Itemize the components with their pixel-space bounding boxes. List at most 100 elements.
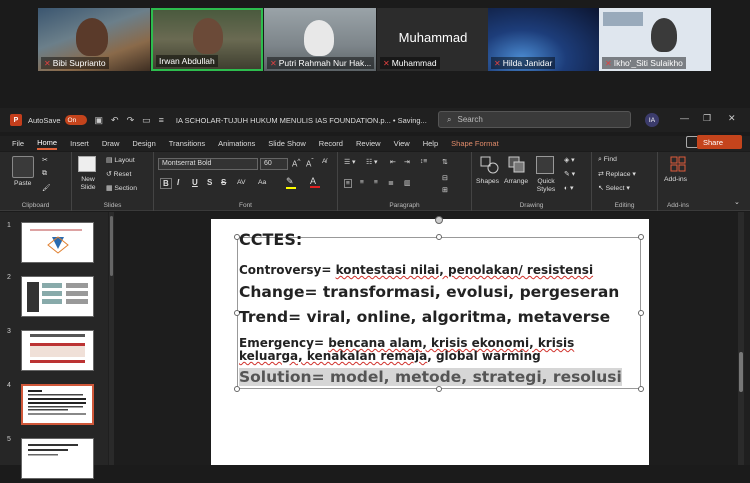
customize-toolbar-icon[interactable]: ≡ — [159, 115, 164, 125]
strikethrough-button[interactable]: S — [221, 178, 226, 187]
scrollbar-thumb[interactable] — [110, 216, 113, 276]
close-icon[interactable]: ✕ — [728, 113, 736, 124]
resize-handle[interactable] — [234, 386, 240, 392]
tab-file[interactable]: File — [12, 139, 24, 148]
spacing-button[interactable]: AV — [237, 179, 246, 186]
tab-slide-show[interactable]: Slide Show — [268, 139, 306, 148]
scrollbar-thumb[interactable] — [739, 352, 743, 392]
align-center-icon[interactable]: ≡ — [360, 179, 364, 186]
cut-icon[interactable]: ✂ — [42, 156, 48, 164]
decrease-font-icon[interactable]: Aˇ — [306, 158, 314, 169]
justify-icon[interactable]: ≣ — [388, 179, 394, 187]
section-button[interactable]: ▦ Section — [106, 184, 137, 192]
arrange-button[interactable]: Arrange — [504, 178, 528, 185]
participant-tile[interactable]: ✕ Hilda Janidar — [488, 8, 600, 71]
numbering-icon[interactable]: ☷ ▾ — [366, 158, 377, 166]
rotate-handle[interactable] — [435, 216, 443, 224]
font-color-icon[interactable]: A — [310, 176, 320, 188]
quick-styles-icon[interactable] — [536, 156, 554, 174]
find-button[interactable]: ⌕ Find — [598, 156, 617, 164]
new-slide-button[interactable]: New Slide — [76, 176, 100, 192]
maximize-icon[interactable]: ❐ — [703, 113, 711, 124]
search-input[interactable]: ⌕ Search — [438, 111, 631, 128]
resize-handle[interactable] — [436, 234, 442, 240]
replace-button[interactable]: ⇄ Replace ▾ — [598, 170, 636, 178]
line-spacing-icon[interactable]: ↕≡ — [420, 158, 427, 165]
slide-scrollbar[interactable] — [738, 212, 744, 465]
redo-icon[interactable]: ↷ — [127, 115, 135, 126]
align-text-icon[interactable]: ⊟ — [442, 174, 448, 182]
select-button[interactable]: ↖ Select ▾ — [598, 184, 630, 192]
font-size-select[interactable]: 60 — [260, 158, 288, 170]
increase-font-icon[interactable]: A^ — [292, 158, 300, 169]
shape-outline-icon[interactable]: ✎ ▾ — [564, 170, 575, 178]
resize-handle[interactable] — [436, 386, 442, 392]
save-icon[interactable]: ▣ — [95, 115, 104, 126]
slide-thumbnail[interactable] — [21, 438, 94, 479]
tab-transitions[interactable]: Transitions — [169, 139, 205, 148]
tab-view[interactable]: View — [394, 139, 410, 148]
bullets-icon[interactable]: ☰ ▾ — [344, 158, 355, 166]
shape-effects-icon[interactable]: ◐ ▾ — [564, 184, 573, 192]
resize-handle[interactable] — [638, 310, 644, 316]
shapes-icon[interactable] — [480, 156, 500, 174]
shape-fill-icon[interactable]: ◈ ▾ — [564, 156, 575, 164]
tab-animations[interactable]: Animations — [218, 139, 255, 148]
change-case-button[interactable]: Aa — [258, 179, 266, 186]
replace-icon: ⇄ — [598, 171, 606, 178]
undo-icon[interactable]: ↶ — [111, 115, 119, 126]
participant-tile[interactable]: Muhammad ✕ Muhammad — [377, 8, 489, 71]
decrease-indent-icon[interactable]: ⇤ — [390, 158, 396, 166]
italic-button[interactable]: I — [177, 178, 179, 187]
columns-icon[interactable]: ▥ — [404, 179, 410, 187]
tab-design[interactable]: Design — [132, 139, 155, 148]
addins-button[interactable]: Add-ins — [664, 176, 687, 183]
font-name-select[interactable]: Montserrat Bold — [158, 158, 258, 170]
participant-tile[interactable]: ✕ Bibi Suprianto — [38, 8, 150, 71]
slide-thumbnail-selected[interactable] — [21, 384, 94, 425]
align-right-icon[interactable]: ≡ — [374, 179, 378, 186]
paste-icon[interactable] — [12, 156, 34, 178]
layout-button[interactable]: ▤ Layout — [106, 156, 135, 164]
underline-button[interactable]: U — [192, 178, 198, 187]
participant-tile[interactable]: ✕ Ikho'_Siti Sulaikho — [599, 8, 711, 71]
format-painter-icon[interactable]: 🖌 — [42, 184, 51, 192]
share-button[interactable]: Share — [696, 135, 742, 149]
copy-icon[interactable]: ⧉ — [42, 170, 47, 178]
tab-draw[interactable]: Draw — [102, 139, 120, 148]
reset-button[interactable]: ↺ Reset — [106, 170, 131, 178]
shapes-button[interactable]: Shapes — [476, 178, 499, 185]
slide-thumbnail[interactable] — [21, 330, 94, 371]
tab-record[interactable]: Record — [319, 139, 343, 148]
resize-handle[interactable] — [638, 386, 644, 392]
participant-tile-active-speaker[interactable]: Irwan Abdullah — [151, 8, 263, 71]
slide-thumbnail[interactable] — [21, 276, 94, 317]
new-slide-icon[interactable] — [78, 156, 96, 172]
present-icon[interactable]: ▭ — [142, 115, 151, 126]
tab-review[interactable]: Review — [356, 139, 381, 148]
tab-help[interactable]: Help — [423, 139, 438, 148]
text-direction-icon[interactable]: ⇅ — [442, 158, 448, 166]
collapse-ribbon-icon[interactable]: ⌄ — [734, 198, 740, 206]
bold-button[interactable]: B — [160, 178, 172, 189]
paste-button[interactable]: Paste — [14, 180, 31, 187]
resize-handle[interactable] — [638, 234, 644, 240]
slide-thumbnail[interactable] — [21, 222, 94, 263]
current-slide[interactable]: CCTES: Controversy= kontestasi nilai, pe… — [211, 216, 649, 465]
shadow-button[interactable]: S — [207, 178, 212, 187]
highlight-color-icon[interactable]: ✎ — [286, 176, 296, 189]
autosave-toggle[interactable]: On — [64, 115, 87, 125]
participant-tile[interactable]: ✕ Putri Rahmah Nur Hak... — [264, 8, 376, 71]
quick-styles-button[interactable]: Quick Styles — [532, 178, 560, 194]
tab-home[interactable]: Home — [37, 138, 58, 150]
user-avatar[interactable]: IA — [645, 113, 659, 127]
arrange-icon[interactable] — [508, 156, 526, 174]
increase-indent-icon[interactable]: ⇥ — [404, 158, 410, 166]
tab-shape-format[interactable]: Shape Format — [451, 139, 499, 148]
minimize-icon[interactable]: — — [680, 113, 689, 123]
align-left-icon[interactable]: ≡ — [344, 179, 352, 188]
tab-insert[interactable]: Insert — [70, 139, 89, 148]
addins-icon[interactable] — [670, 156, 686, 172]
smartart-icon[interactable]: ⊞ — [442, 186, 448, 194]
clear-formatting-icon[interactable]: A̸ — [322, 158, 327, 165]
